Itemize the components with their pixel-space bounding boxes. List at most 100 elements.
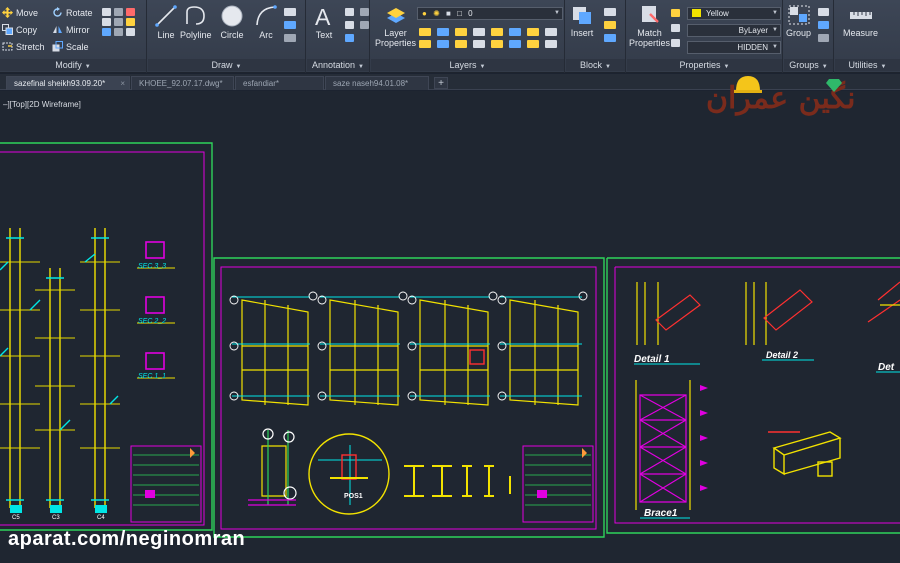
layer-tool-icon[interactable] bbox=[545, 40, 557, 48]
mirror-button[interactable]: Mirror bbox=[52, 24, 90, 35]
layer-tool-icon[interactable] bbox=[545, 28, 557, 36]
draw-panel-title[interactable]: Draw ▼ bbox=[148, 59, 305, 71]
circle-icon bbox=[221, 5, 243, 27]
lineweight-dropdown[interactable]: HIDDEN ▼ bbox=[687, 41, 781, 54]
modify-title-label: Modify bbox=[55, 60, 82, 70]
properties-panel-title[interactable]: Properties ▼ bbox=[627, 59, 782, 71]
groups-title-label: Groups bbox=[789, 60, 819, 70]
offset-icon[interactable] bbox=[126, 28, 135, 36]
column-detail bbox=[248, 428, 297, 506]
gradient-icon[interactable] bbox=[284, 34, 296, 42]
explode-icon[interactable] bbox=[126, 18, 135, 26]
new-tab-button[interactable]: + bbox=[434, 77, 448, 89]
color-dropdown[interactable]: Yellow ▼ bbox=[687, 7, 781, 20]
properties-panel: Match Properties Yellow ▼ ByLayer ▼ HIDDE… bbox=[627, 0, 783, 73]
layer-color-swatch: □ bbox=[457, 9, 462, 18]
file-tab[interactable]: sazefinal sheikh93.09.20* × bbox=[6, 76, 130, 90]
circle-label: Circle bbox=[220, 30, 244, 40]
arc-button[interactable]: Arc bbox=[254, 4, 278, 40]
cad-drawing[interactable]: C5 C3 C4 SEC 3_3 SEC 2_2 SEC 1_1 POS1 De… bbox=[0, 91, 900, 563]
annotation-panel-title[interactable]: Annotation ▼ bbox=[307, 59, 369, 71]
layer-properties-line2: Properties bbox=[375, 38, 417, 48]
insert-button[interactable]: Insert bbox=[570, 4, 594, 38]
measure-button[interactable]: Measure bbox=[843, 4, 878, 38]
layer-tool-icon[interactable] bbox=[437, 40, 449, 48]
dropdown-icon[interactable] bbox=[114, 28, 123, 36]
layer-dropdown[interactable]: ● ✺ ■ □ 0 ▼ bbox=[417, 7, 563, 20]
modify-small-tools bbox=[102, 8, 136, 36]
layer-tool-icon[interactable] bbox=[473, 28, 485, 36]
rectangle-icon[interactable] bbox=[284, 8, 296, 16]
layer-tool-icon[interactable] bbox=[491, 28, 503, 36]
leader-icon[interactable] bbox=[345, 21, 354, 29]
dimension-icon[interactable] bbox=[345, 8, 354, 16]
copy-icon bbox=[2, 24, 13, 35]
text-button[interactable]: A Text bbox=[313, 4, 335, 40]
array-icon[interactable] bbox=[102, 28, 111, 36]
erase-icon[interactable] bbox=[126, 8, 135, 16]
group-button[interactable]: Group bbox=[786, 4, 811, 38]
measure-icon bbox=[849, 12, 872, 19]
scale-button[interactable]: Scale bbox=[52, 41, 89, 52]
linetype-dropdown[interactable]: ByLayer ▼ bbox=[687, 24, 781, 37]
chevron-down-icon: ▼ bbox=[605, 64, 611, 70]
groups-panel-title[interactable]: Groups ▼ bbox=[784, 59, 833, 71]
layer-tool-icon[interactable] bbox=[509, 28, 521, 36]
brace-frame bbox=[635, 380, 691, 510]
edit-block-icon[interactable] bbox=[604, 21, 616, 29]
block-panel-title[interactable]: Block ▼ bbox=[566, 59, 625, 71]
stretch-button[interactable]: Stretch bbox=[2, 41, 45, 52]
dropdown-icon[interactable] bbox=[114, 18, 123, 26]
draw-small-tools bbox=[284, 8, 296, 42]
trim-icon[interactable] bbox=[102, 8, 111, 16]
create-block-icon[interactable] bbox=[604, 8, 616, 16]
file-tab[interactable]: esfandiar* bbox=[235, 76, 324, 90]
layer-tool-icon[interactable] bbox=[437, 28, 449, 36]
layer-tool-icon[interactable] bbox=[455, 40, 467, 48]
layer-tool-icon[interactable] bbox=[527, 28, 539, 36]
file-tab[interactable]: saze naseh94.01.08* bbox=[325, 76, 429, 90]
properties-title-label: Properties bbox=[679, 60, 721, 70]
layer-tool-icon[interactable] bbox=[509, 40, 521, 48]
file-tab[interactable]: KHOEE_92.07.17.dwg* bbox=[131, 76, 234, 90]
move-button[interactable]: Move bbox=[2, 7, 38, 18]
groups-small-tools bbox=[818, 8, 829, 42]
detail-underlines bbox=[634, 359, 900, 373]
fillet-icon[interactable] bbox=[102, 18, 111, 26]
layer-tool-icon[interactable] bbox=[419, 28, 431, 36]
copy-button[interactable]: Copy bbox=[2, 24, 37, 35]
lineweight-icon bbox=[671, 39, 680, 47]
close-icon[interactable]: × bbox=[120, 77, 125, 91]
hatch-icon[interactable] bbox=[284, 21, 296, 29]
rotate-button[interactable]: Rotate bbox=[52, 7, 93, 18]
layer-tool-icon[interactable] bbox=[473, 40, 485, 48]
line-button[interactable]: Line bbox=[154, 4, 178, 40]
layer-properties-button[interactable]: Layer Properties bbox=[375, 4, 416, 48]
section-label: SEC 2_2 bbox=[138, 318, 166, 325]
group-edit-icon[interactable] bbox=[818, 21, 829, 29]
group-select-icon[interactable] bbox=[818, 34, 829, 42]
stretch-icon bbox=[2, 42, 13, 51]
utilities-panel-title[interactable]: Utilities ▼ bbox=[835, 59, 900, 71]
layer-tool-icon[interactable] bbox=[491, 40, 503, 48]
match-properties-button[interactable]: Match Properties bbox=[629, 4, 670, 48]
dropdown-icon[interactable] bbox=[114, 8, 123, 16]
column-label: C3 bbox=[52, 515, 60, 521]
polyline-button[interactable]: Polyline bbox=[180, 4, 212, 40]
table-icon[interactable] bbox=[345, 34, 354, 42]
insert-label: Insert bbox=[570, 28, 594, 38]
attribute-icon[interactable] bbox=[604, 34, 616, 42]
dropdown-icon[interactable] bbox=[360, 21, 369, 29]
circle-button[interactable]: Circle bbox=[220, 4, 244, 40]
viewport-controls[interactable]: –][Top][2D Wireframe] bbox=[3, 100, 81, 109]
layer-tool-icon[interactable] bbox=[527, 40, 539, 48]
layer-tool-icon[interactable] bbox=[419, 40, 431, 48]
annotation-title-label: Annotation bbox=[312, 60, 356, 70]
floor-plans bbox=[241, 299, 579, 406]
dropdown-icon[interactable] bbox=[360, 8, 369, 16]
layers-panel-title[interactable]: Layers ▼ bbox=[371, 59, 564, 71]
layer-tool-icon[interactable] bbox=[455, 28, 467, 36]
move-icon bbox=[2, 7, 13, 18]
modify-panel-title[interactable]: Modify ▼ bbox=[0, 59, 146, 71]
ungroup-icon[interactable] bbox=[818, 8, 829, 16]
